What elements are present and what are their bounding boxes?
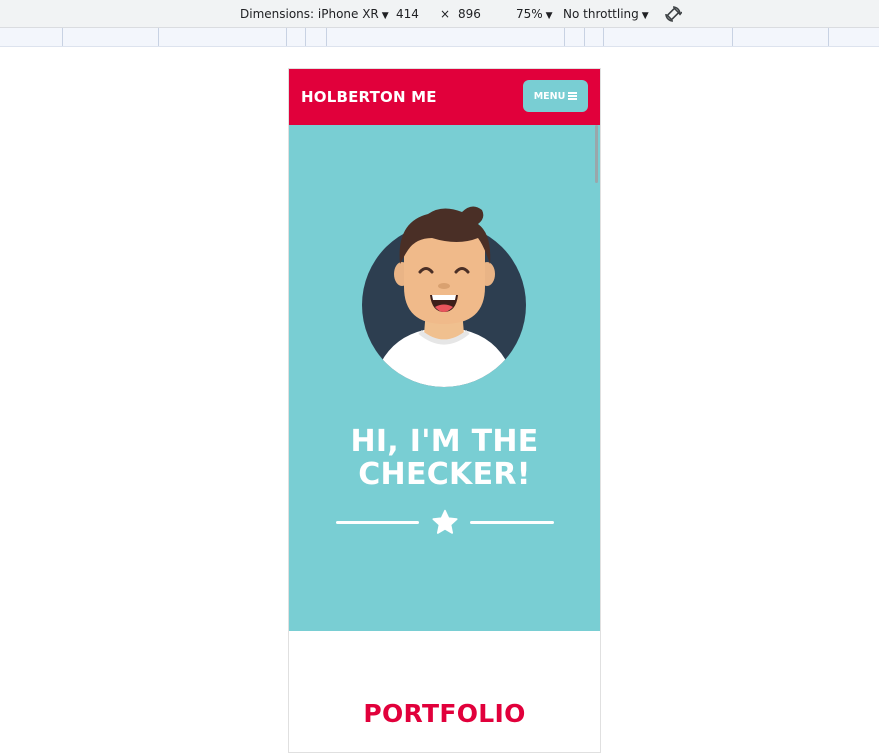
width-input[interactable]: 414 bbox=[396, 7, 419, 21]
scrollbar-thumb[interactable] bbox=[595, 125, 598, 183]
media-query-marker[interactable] bbox=[62, 28, 63, 46]
portfolio-title: PORTFOLIO bbox=[363, 699, 526, 728]
zoom-select[interactable]: 75% ▼ bbox=[516, 7, 553, 21]
media-query-marker[interactable] bbox=[603, 28, 604, 46]
divider-line-left bbox=[336, 521, 419, 524]
height-input[interactable]: 896 bbox=[458, 7, 481, 21]
media-query-marker[interactable] bbox=[158, 28, 159, 46]
media-query-marker[interactable] bbox=[732, 28, 733, 46]
media-query-marker[interactable] bbox=[564, 28, 565, 46]
media-query-marker[interactable] bbox=[326, 28, 327, 46]
site-brand[interactable]: HOLBERTON ME bbox=[301, 88, 437, 106]
hero-title-line2: CHECKER! bbox=[358, 457, 531, 492]
media-query-marker[interactable] bbox=[584, 28, 585, 46]
device-viewport: HOLBERTON ME MENU HI, I'M THE CHECKER! P… bbox=[288, 68, 601, 753]
devtools-device-toolbar: Dimensions: iPhone XR ▼ 414 × 896 75% ▼ No… bbox=[0, 0, 879, 28]
times-sign: × bbox=[440, 7, 451, 21]
menu-button[interactable]: MENU bbox=[523, 80, 588, 112]
rotate-icon[interactable] bbox=[664, 5, 682, 23]
media-query-marker[interactable] bbox=[828, 28, 829, 46]
media-query-marker[interactable] bbox=[286, 28, 287, 46]
menu-button-label: MENU bbox=[533, 90, 566, 102]
caret-down-icon: ▼ bbox=[545, 11, 553, 21]
star-icon bbox=[432, 509, 458, 534]
avatar-illustration bbox=[362, 206, 526, 387]
media-query-marker[interactable] bbox=[305, 28, 306, 46]
hamburger-icon bbox=[568, 92, 578, 100]
device-select[interactable]: Dimensions: iPhone XR ▼ bbox=[240, 7, 389, 21]
media-query-bar[interactable] bbox=[0, 28, 879, 47]
hero-title: HI, I'M THE CHECKER! bbox=[289, 425, 600, 491]
hero-title-line1: HI, I'M THE bbox=[350, 424, 539, 459]
hero-section: HI, I'M THE CHECKER! bbox=[289, 125, 600, 631]
caret-down-icon: ▼ bbox=[381, 11, 389, 21]
device-select-label: Dimensions: iPhone XR bbox=[240, 7, 379, 21]
throttling-select[interactable]: No throttling ▼ bbox=[563, 7, 649, 21]
throttling-select-label: No throttling bbox=[563, 7, 639, 21]
site-header: HOLBERTON ME MENU bbox=[289, 69, 600, 125]
caret-down-icon: ▼ bbox=[641, 11, 649, 21]
zoom-select-label: 75% bbox=[516, 7, 543, 21]
divider-line-right bbox=[470, 521, 554, 524]
